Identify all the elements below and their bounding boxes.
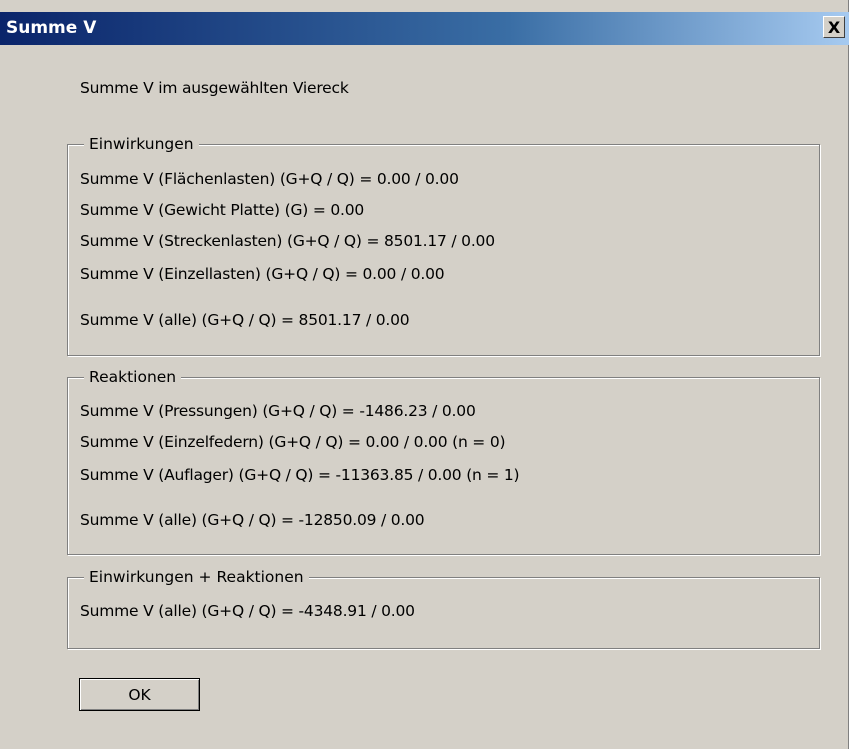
close-icon: X xyxy=(827,17,841,37)
ok-button[interactable]: OK xyxy=(79,678,200,711)
einwirkungen-einzellasten: Summe V (Einzellasten) (G+Q / Q) = 0.00 … xyxy=(80,265,445,283)
einwirkungen-flaechenlasten: Summe V (Flächenlasten) (G+Q / Q) = 0.00… xyxy=(80,170,459,188)
group-kombiniert-caption: Einwirkungen + Reaktionen xyxy=(84,567,309,587)
intro-label: Summe V im ausgewählten Viereck xyxy=(80,79,349,97)
window-title: Summe V xyxy=(6,18,97,38)
reaktionen-pressungen: Summe V (Pressungen) (G+Q / Q) = -1486.2… xyxy=(80,402,476,420)
kombiniert-total: Summe V (alle) (G+Q / Q) = -4348.91 / 0.… xyxy=(80,602,415,620)
close-button[interactable]: X xyxy=(823,16,845,38)
einwirkungen-total: Summe V (alle) (G+Q / Q) = 8501.17 / 0.0… xyxy=(80,311,410,329)
group-einwirkungen-caption: Einwirkungen xyxy=(84,134,199,154)
einwirkungen-streckenlasten: Summe V (Streckenlasten) (G+Q / Q) = 850… xyxy=(80,232,495,250)
reaktionen-einzelfedern: Summe V (Einzelfedern) (G+Q / Q) = 0.00 … xyxy=(80,433,506,451)
group-reaktionen-caption: Reaktionen xyxy=(84,367,182,387)
reaktionen-total: Summe V (alle) (G+Q / Q) = -12850.09 / 0… xyxy=(80,511,425,529)
ok-button-label: OK xyxy=(128,685,151,704)
reaktionen-auflager: Summe V (Auflager) (G+Q / Q) = -11363.85… xyxy=(80,466,520,484)
einwirkungen-gewicht-platte: Summe V (Gewicht Platte) (G) = 0.00 xyxy=(80,201,365,219)
title-bar[interactable]: Summe V X xyxy=(0,12,849,45)
dialog-window: Summe V X Summe V im ausgewählten Vierec… xyxy=(0,0,849,749)
